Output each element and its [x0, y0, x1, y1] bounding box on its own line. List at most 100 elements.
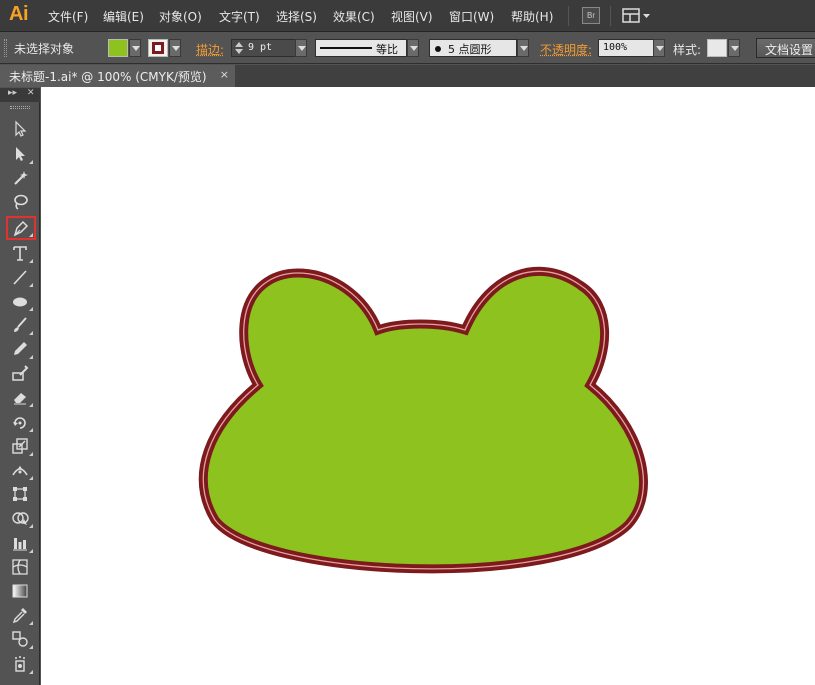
- brush-definition-label: 5 点圆形: [448, 43, 492, 56]
- bridge-button[interactable]: Br: [582, 7, 600, 24]
- line-segment-icon: [13, 270, 27, 285]
- opacity-dropdown[interactable]: [653, 39, 665, 57]
- workspace-switcher-button[interactable]: [622, 8, 652, 24]
- selection-status: 未选择对象: [14, 42, 75, 56]
- pencil-icon: [14, 342, 27, 355]
- menu-view[interactable]: 视图(V): [391, 8, 433, 25]
- collapse-panel-icon[interactable]: ▸▸: [8, 88, 17, 98]
- opacity-field[interactable]: 100%: [598, 39, 654, 57]
- rotate-tool[interactable]: [8, 411, 34, 433]
- direct-selection-arrow-icon: [16, 147, 25, 161]
- eraser-icon: [14, 393, 26, 405]
- paintbrush-icon: [14, 317, 27, 332]
- type-t-icon: [13, 246, 27, 261]
- document-setup-button[interactable]: 文档设置: [756, 38, 815, 58]
- stepper-icon[interactable]: [234, 41, 244, 55]
- paintbrush-tool[interactable]: [8, 314, 34, 336]
- document-tab[interactable]: 未标题-1.ai* @ 100% (CMYK/预览) ×: [0, 65, 235, 87]
- app-logo: Ai: [9, 3, 29, 25]
- magic-wand-tool[interactable]: [8, 167, 34, 189]
- artwork-layer: [198, 266, 648, 574]
- pencil-tool[interactable]: [8, 338, 34, 360]
- symbol-sprayer-icon: [15, 656, 25, 672]
- stroke-profile-select[interactable]: 等比: [315, 39, 407, 57]
- round-brush-dot-icon: [435, 46, 441, 52]
- menu-help[interactable]: 帮助(H): [511, 8, 553, 25]
- lasso-tool[interactable]: [8, 191, 34, 213]
- eyedropper-tool[interactable]: [8, 604, 34, 626]
- stroke-color-swatch[interactable]: [148, 39, 168, 57]
- shape-builder-tool[interactable]: [8, 507, 34, 529]
- menu-select[interactable]: 选择(S): [276, 8, 317, 25]
- stroke-swatch-icon: [152, 42, 164, 54]
- close-panel-icon[interactable]: ✕: [27, 88, 35, 98]
- menu-separator: [568, 6, 569, 26]
- blob-brush-icon: [12, 365, 29, 381]
- eraser-tool[interactable]: [8, 386, 34, 408]
- menu-separator: [610, 6, 611, 26]
- uniform-line-icon: [320, 47, 372, 49]
- menu-edit[interactable]: 编辑(E): [103, 8, 144, 25]
- ellipse-tool[interactable]: [8, 290, 34, 312]
- brush-definition-select[interactable]: 5 点圆形: [429, 39, 517, 57]
- ellipse-icon: [13, 297, 27, 307]
- column-graph-icon: [13, 538, 27, 551]
- type-tool[interactable]: [8, 242, 34, 264]
- stroke-profile-label: 等比: [376, 43, 398, 56]
- tools-panel-header[interactable]: ▸▸ ✕: [0, 88, 40, 102]
- stroke-dropdown-arrow[interactable]: [169, 39, 181, 57]
- menu-effect[interactable]: 效果(C): [333, 8, 375, 25]
- control-bar-grip[interactable]: [4, 39, 7, 57]
- pen-tool[interactable]: [6, 216, 36, 240]
- menu-window[interactable]: 窗口(W): [449, 8, 494, 25]
- blend-icon: [12, 631, 28, 647]
- mesh-icon: [12, 559, 28, 575]
- stroke-profile-dropdown[interactable]: [407, 39, 419, 57]
- symbol-sprayer-tool[interactable]: [8, 653, 34, 675]
- brush-dropdown[interactable]: [517, 39, 529, 57]
- width-tool[interactable]: [8, 459, 34, 481]
- stroke-weight-value: 9 pt: [248, 42, 273, 53]
- magic-wand-icon: [14, 171, 28, 185]
- selection-arrow-icon: [15, 120, 27, 137]
- gradient-icon: [12, 584, 28, 598]
- scale-icon: [12, 438, 28, 454]
- lasso-icon: [14, 194, 28, 210]
- direct-selection-tool[interactable]: [8, 143, 34, 165]
- scale-tool[interactable]: [8, 435, 34, 457]
- menu-type[interactable]: 文字(T): [219, 8, 260, 25]
- rotate-icon: [13, 417, 26, 429]
- menu-bar: Ai 文件(F) 编辑(E) 对象(O) 文字(T) 选择(S) 效果(C) 视…: [0, 0, 815, 32]
- stroke-label[interactable]: 描边:: [196, 41, 224, 58]
- document-tab-title: 未标题-1.ai* @ 100% (CMYK/预览): [9, 70, 207, 84]
- frog-head-shape[interactable]: [198, 266, 648, 574]
- menu-object[interactable]: 对象(O): [159, 8, 202, 25]
- graphic-style-swatch[interactable]: [707, 39, 727, 57]
- selection-tool[interactable]: [8, 118, 34, 140]
- fill-dropdown-arrow[interactable]: [129, 39, 141, 57]
- tools-panel: ▸▸ ✕: [0, 88, 40, 685]
- mesh-tool[interactable]: [8, 556, 34, 578]
- free-transform-icon: [13, 487, 27, 501]
- style-label: 样式:: [673, 43, 702, 57]
- width-tool-icon: [12, 465, 28, 476]
- opacity-label[interactable]: 不透明度:: [540, 41, 592, 58]
- artboard-canvas[interactable]: [41, 87, 815, 685]
- fill-color-swatch[interactable]: [108, 39, 128, 57]
- free-transform-tool[interactable]: [8, 483, 34, 505]
- blend-tool[interactable]: [8, 628, 34, 650]
- blob-brush-tool[interactable]: [8, 362, 34, 384]
- gradient-tool[interactable]: [8, 580, 34, 602]
- menu-file[interactable]: 文件(F): [48, 8, 88, 25]
- stroke-weight-field[interactable]: 9 pt: [231, 39, 305, 57]
- close-tab-icon[interactable]: ×: [220, 68, 229, 81]
- stroke-weight-dropdown[interactable]: [295, 39, 307, 57]
- pen-nib-icon: [13, 220, 29, 237]
- shape-builder-icon: [12, 512, 29, 525]
- graphic-style-dropdown[interactable]: [728, 39, 740, 57]
- column-graph-tool[interactable]: [8, 532, 34, 554]
- control-bar: 未选择对象 描边: 9 pt 等比 5 点圆形 不透明度: 100% 样式: 文…: [0, 33, 815, 64]
- tools-panel-grip[interactable]: [10, 106, 30, 109]
- eyedropper-icon: [12, 608, 27, 624]
- line-segment-tool[interactable]: [8, 266, 34, 288]
